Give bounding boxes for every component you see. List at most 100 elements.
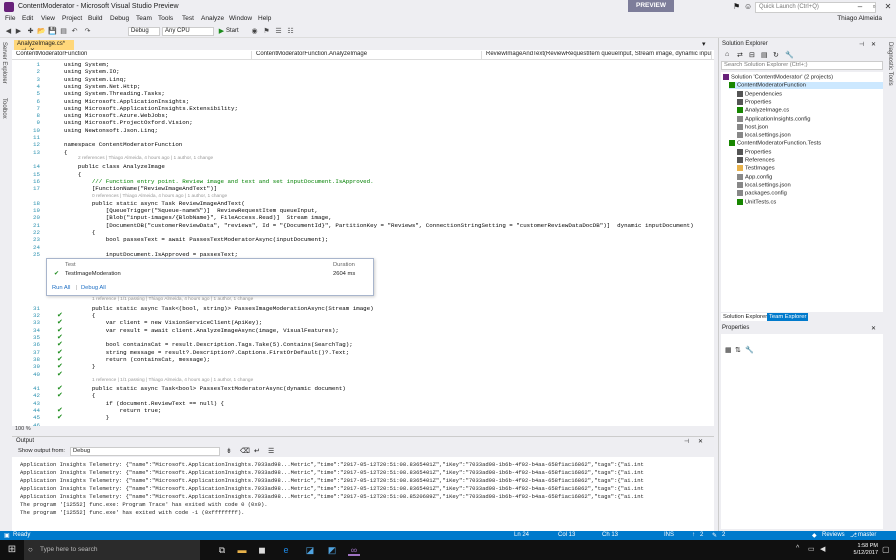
volume-icon[interactable]: ◀ bbox=[820, 545, 825, 553]
visual-studio-taskbar-icon[interactable]: ∞ bbox=[348, 544, 360, 556]
close-panel-icon[interactable]: ✕ bbox=[698, 438, 703, 445]
class-dropdown[interactable]: ContentModeratorFunction.AnalyzeImage bbox=[254, 51, 482, 59]
status-column[interactable]: Col 13 bbox=[558, 532, 575, 538]
codelens-method[interactable]: 1 reference | 1/1 passing | Thiago Almei… bbox=[92, 378, 253, 383]
undo-icon[interactable]: ↶ bbox=[70, 27, 79, 36]
menu-debug[interactable]: Debug bbox=[110, 15, 129, 22]
comment-icon[interactable]: ☰ bbox=[274, 27, 283, 36]
new-item-icon[interactable]: ✚ bbox=[26, 27, 35, 36]
tree-item[interactable]: UnitTests.cs bbox=[737, 198, 776, 205]
sync-icon[interactable]: ⇄ bbox=[737, 51, 743, 59]
redo-icon[interactable]: ↷ bbox=[83, 27, 92, 36]
up-arrow-icon[interactable]: ↑ bbox=[692, 532, 695, 538]
menu-team[interactable]: Team bbox=[136, 15, 152, 22]
bookmark-icon[interactable]: ⚑ bbox=[262, 27, 271, 36]
tab-team-explorer[interactable]: Team Explorer bbox=[767, 313, 809, 321]
refresh-icon[interactable]: ↻ bbox=[773, 51, 779, 59]
categorized-icon[interactable]: ▦ bbox=[725, 346, 732, 354]
browser-icon[interactable]: ◉ bbox=[250, 27, 259, 36]
tree-item[interactable]: host.json bbox=[737, 123, 768, 130]
status-char[interactable]: Ch 13 bbox=[602, 532, 618, 538]
toggle-wrap-icon[interactable]: ☰ bbox=[268, 447, 274, 455]
tree-item[interactable]: ContentModeratorFunction bbox=[729, 82, 883, 89]
store-icon[interactable]: ◼ bbox=[256, 544, 268, 556]
menu-file[interactable]: File bbox=[5, 15, 15, 22]
tree-item[interactable]: local.settings.json bbox=[737, 181, 791, 188]
codelens-method[interactable]: 0 references | Thiago Almeida, 4 hours a… bbox=[92, 194, 227, 199]
output-source-select[interactable]: Debug bbox=[70, 447, 220, 456]
tree-item[interactable]: Dependencies bbox=[737, 90, 782, 97]
action-center-icon[interactable]: ▢ bbox=[882, 545, 890, 554]
properties-icon[interactable]: 🔧 bbox=[785, 51, 794, 59]
start-icon[interactable]: ▶ bbox=[217, 27, 226, 36]
tree-item[interactable]: ApplicationInsights.config bbox=[737, 115, 810, 122]
collapse-all-icon[interactable]: ⊟ bbox=[749, 51, 755, 59]
debug-all-link[interactable]: Debug All bbox=[81, 285, 106, 291]
tree-item[interactable]: Solution 'ContentModerator' (2 projects) bbox=[723, 74, 833, 81]
menu-project[interactable]: Project bbox=[62, 15, 82, 22]
tree-item[interactable]: TestImages bbox=[737, 165, 775, 172]
test-passed-icon[interactable]: ✔ bbox=[57, 391, 63, 399]
solution-platform-select[interactable]: Any CPU bbox=[162, 27, 214, 36]
test-passed-icon[interactable]: ✔ bbox=[57, 413, 63, 421]
menu-build[interactable]: Build bbox=[88, 15, 102, 22]
diagnostic-tools-tab[interactable]: Diagnostic Tools bbox=[887, 42, 893, 86]
clear-all-icon[interactable]: ⌫ bbox=[240, 447, 250, 455]
toolbox-tab[interactable]: Toolbox bbox=[1, 98, 7, 119]
start-button[interactable]: Start bbox=[226, 28, 239, 34]
edge-icon[interactable]: e bbox=[280, 544, 292, 556]
server-explorer-tab[interactable]: Server Explorer bbox=[1, 42, 7, 84]
menu-help[interactable]: Help bbox=[258, 15, 271, 22]
solution-config-select[interactable]: Debug bbox=[128, 27, 160, 36]
save-icon[interactable]: 💾 bbox=[48, 27, 57, 36]
branch-icon[interactable]: ⎇ bbox=[850, 532, 857, 539]
tree-item[interactable]: References bbox=[737, 157, 775, 164]
codelens-method[interactable]: 1 reference | 1/1 passing | Thiago Almei… bbox=[92, 297, 253, 302]
tree-item[interactable]: local.settings.json bbox=[737, 132, 791, 139]
solution-search-input[interactable]: Search Solution Explorer (Ctrl+;) bbox=[721, 61, 883, 70]
codelens-class[interactable]: 2 references | Thiago Almeida, 4 hours a… bbox=[78, 156, 213, 161]
menu-edit[interactable]: Edit bbox=[22, 15, 33, 22]
tree-item[interactable]: App.config bbox=[737, 173, 772, 180]
close-panel-icon[interactable]: ✕ bbox=[871, 41, 876, 48]
code-editor[interactable]: 1 2 3 4 5 6 7 8 9 10 11 12 13 14 15 16 17 18 19 20 21 22 23 24 2… bbox=[12, 60, 714, 426]
back-icon[interactable]: ◀ bbox=[4, 27, 13, 36]
feedback-icon[interactable]: ☺ bbox=[744, 2, 752, 11]
task-view-icon[interactable]: ⧉ bbox=[216, 544, 228, 556]
test-name[interactable]: TestImageModeration bbox=[65, 271, 121, 277]
menu-analyze[interactable]: Analyze bbox=[201, 15, 224, 22]
run-all-link[interactable]: Run All bbox=[52, 285, 70, 291]
file-explorer-icon[interactable]: ▬ bbox=[236, 544, 248, 556]
taskbar-search[interactable]: ○ Type here to search bbox=[24, 540, 200, 560]
save-all-icon[interactable]: ▤ bbox=[59, 27, 68, 36]
minimize-button[interactable]: – bbox=[853, 0, 867, 14]
tree-item[interactable]: Properties bbox=[737, 148, 771, 155]
tray-chevron-icon[interactable]: ^ bbox=[796, 545, 799, 552]
status-insert-mode[interactable]: INS bbox=[664, 532, 674, 538]
tab-overflow-icon[interactable]: ▾ bbox=[702, 40, 706, 48]
home-icon[interactable]: ⌂ bbox=[725, 51, 729, 58]
tree-item[interactable]: packages.config bbox=[737, 190, 787, 197]
status-line[interactable]: Ln 24 bbox=[514, 532, 529, 538]
alphabetical-icon[interactable]: ⇅ bbox=[735, 346, 741, 354]
uncomment-icon[interactable]: ☷ bbox=[286, 27, 295, 36]
tree-item[interactable]: Properties bbox=[737, 98, 771, 105]
open-icon[interactable]: 📂 bbox=[37, 27, 46, 36]
property-pages-icon[interactable]: 🔧 bbox=[745, 346, 754, 354]
menu-window[interactable]: Window bbox=[229, 15, 252, 22]
status-repo[interactable]: Reviews bbox=[822, 532, 845, 538]
app-icon[interactable]: ◩ bbox=[326, 544, 338, 556]
menu-tools[interactable]: Tools bbox=[158, 15, 173, 22]
menu-view[interactable]: View bbox=[41, 15, 55, 22]
maximize-button[interactable]: ▫ bbox=[867, 0, 881, 14]
test-passed-icon[interactable]: ✔ bbox=[57, 370, 63, 378]
show-all-files-icon[interactable]: ▤ bbox=[761, 51, 768, 59]
member-dropdown[interactable]: ReviewImageAndText(ReviewRequestItem que… bbox=[484, 51, 712, 59]
repo-icon[interactable]: ◆ bbox=[812, 532, 817, 539]
close-button[interactable]: ✕ bbox=[881, 0, 895, 14]
tree-item[interactable]: AnalyzeImage.cs bbox=[737, 107, 789, 114]
tab-analyzeimage[interactable]: AnalyzeImage.cs* ⊣ ✕ bbox=[14, 40, 74, 54]
forward-icon[interactable]: ▶ bbox=[14, 27, 23, 36]
app-icon[interactable]: ◪ bbox=[304, 544, 316, 556]
find-message-icon[interactable]: ⇟ bbox=[226, 447, 232, 455]
